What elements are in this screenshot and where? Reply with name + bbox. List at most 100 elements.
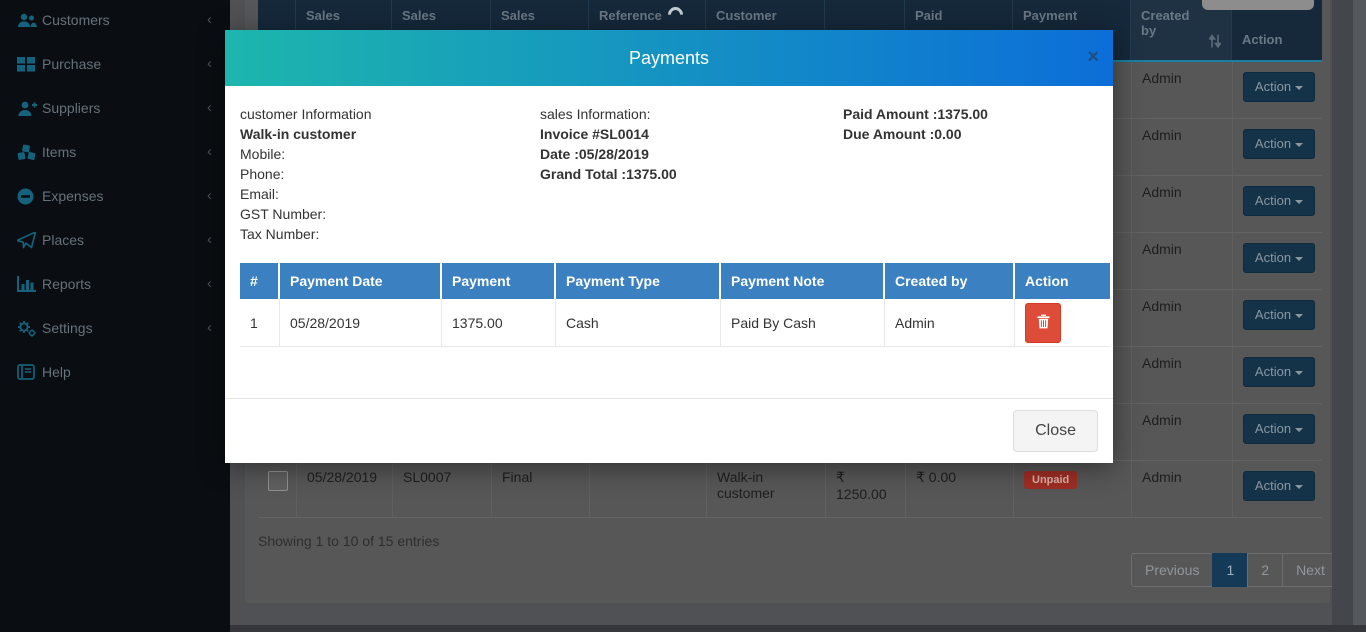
caret-down-icon	[1295, 428, 1303, 432]
action-dropdown-button[interactable]: Action	[1243, 357, 1315, 387]
caret-down-icon	[1295, 86, 1303, 90]
pagination-previous-button[interactable]: Previous	[1131, 553, 1213, 587]
sidebar-item-label: Expenses	[42, 188, 103, 204]
sales-code-cell: SL0007	[392, 461, 491, 517]
sidebar-item-label: Suppliers	[42, 100, 100, 116]
created-by-cell: Admin	[1131, 233, 1232, 289]
created-by-cell: Admin	[1131, 290, 1232, 346]
pagination: Previous 1 2 Next	[1131, 553, 1339, 587]
sidebar-item-suppliers[interactable]: Suppliers ‹	[0, 90, 230, 130]
caret-down-icon	[1295, 314, 1303, 318]
sales-date-cell: 05/28/2019	[296, 461, 392, 517]
sales-invoice: Invoice #SL0014	[540, 124, 677, 144]
customer-info-heading: customer Information	[240, 104, 372, 124]
sidebar-item-label: Purchase	[42, 56, 101, 72]
sidebar: Customers ‹ Purchase ‹ Suppliers ‹ Items…	[0, 0, 230, 632]
chevron-left-icon: ‹	[207, 231, 212, 248]
created-by-cell: Admin	[1131, 62, 1232, 118]
sidebar-item-places[interactable]: Places ‹	[0, 222, 230, 262]
minus-circle-icon	[17, 188, 37, 206]
created-by-cell: Admin	[1131, 347, 1232, 403]
close-icon[interactable]: ×	[1087, 46, 1099, 68]
caret-down-icon	[1295, 200, 1303, 204]
pagination-page-2[interactable]: 2	[1247, 553, 1283, 587]
total-cell: ₹ 1250.00	[825, 461, 905, 517]
customer-tax-label: Tax Number:	[240, 224, 372, 244]
payment-created-by-cell: Admin	[885, 299, 1015, 346]
customer-cell: Walk-in customer	[706, 461, 825, 517]
action-dropdown-button[interactable]: Action	[1243, 414, 1315, 444]
action-dropdown-button[interactable]: Action	[1243, 243, 1315, 273]
sidebar-item-help[interactable]: Help	[0, 354, 230, 394]
bar-chart-icon	[17, 276, 37, 294]
cubes-icon	[17, 144, 37, 162]
customer-gst-label: GST Number:	[240, 204, 372, 224]
created-by-cell: Admin	[1131, 176, 1232, 232]
caret-down-icon	[1295, 143, 1303, 147]
payments-column-note: Payment Note	[721, 263, 885, 299]
header-tooltip-remnant	[1202, 0, 1314, 10]
payments-column-created-by: Created by	[885, 263, 1015, 299]
table-row: 05/28/2019 SL0007 Final Walk-in customer…	[258, 461, 1322, 518]
sort-icon	[1209, 34, 1221, 51]
payment-row: 1 05/28/2019 1375.00 Cash Paid By Cash A…	[240, 299, 1110, 347]
modal-title: Payments	[225, 30, 1113, 86]
row-checkbox[interactable]	[268, 471, 288, 491]
customer-information-block: customer Information Walk-in customer Mo…	[240, 104, 372, 244]
loading-arc-icon	[665, 4, 686, 25]
sidebar-item-label: Help	[42, 364, 71, 380]
action-dropdown-button[interactable]: Action	[1243, 471, 1315, 501]
page-footer-strip	[230, 625, 1366, 632]
due-amount: Due Amount :0.00	[843, 124, 988, 144]
trash-icon	[1037, 314, 1050, 332]
sales-status-cell: Final	[491, 461, 589, 517]
grid-icon	[17, 56, 37, 74]
page-scrollbar[interactable]	[1332, 0, 1353, 632]
page-right-gutter	[1353, 0, 1366, 632]
pagination-page-1[interactable]: 1	[1212, 553, 1248, 587]
close-button[interactable]: Close	[1013, 410, 1098, 452]
payments-column-type: Payment Type	[556, 263, 721, 299]
payment-number-cell: 1	[240, 299, 280, 346]
paper-plane-icon	[17, 232, 37, 250]
delete-payment-button[interactable]	[1025, 303, 1061, 343]
customer-email-label: Email:	[240, 184, 372, 204]
sidebar-item-expenses[interactable]: Expenses ‹	[0, 178, 230, 218]
amounts-block: Paid Amount :1375.00 Due Amount :0.00	[843, 104, 988, 144]
payments-column-number: #	[240, 263, 280, 299]
chevron-left-icon: ‹	[207, 11, 212, 28]
sales-info-heading: sales Information:	[540, 104, 677, 124]
chevron-left-icon: ‹	[207, 55, 212, 72]
action-dropdown-button[interactable]: Action	[1243, 186, 1315, 216]
chevron-left-icon: ‹	[207, 319, 212, 336]
paid-cell: ₹ 0.00	[905, 461, 1013, 517]
sidebar-item-label: Items	[42, 144, 76, 160]
payment-note-cell: Paid By Cash	[721, 299, 885, 346]
gears-icon	[17, 320, 37, 338]
sidebar-item-label: Reports	[42, 276, 91, 292]
payments-table-header: # Payment Date Payment Payment Type Paym…	[240, 263, 1110, 299]
payment-amount-cell: 1375.00	[442, 299, 556, 346]
payments-table: # Payment Date Payment Payment Type Paym…	[240, 263, 1110, 347]
customer-phone-label: Phone:	[240, 164, 372, 184]
sidebar-item-purchase[interactable]: Purchase ‹	[0, 46, 230, 86]
table-info-text: Showing 1 to 10 of 15 entries	[258, 533, 439, 549]
action-dropdown-button[interactable]: Action	[1243, 129, 1315, 159]
sales-date: Date :05/28/2019	[540, 144, 677, 164]
sidebar-item-label: Places	[42, 232, 84, 248]
sidebar-item-label: Settings	[42, 320, 93, 336]
payments-column-action: Action	[1015, 263, 1110, 299]
action-dropdown-button[interactable]: Action	[1243, 300, 1315, 330]
pagination-next-button[interactable]: Next	[1282, 553, 1339, 587]
action-dropdown-button[interactable]: Action	[1243, 72, 1315, 102]
sidebar-item-settings[interactable]: Settings ‹	[0, 310, 230, 350]
user-plus-icon	[17, 100, 37, 118]
created-by-cell: Admin	[1131, 404, 1232, 460]
modal-footer: Close	[225, 398, 1113, 463]
sidebar-item-reports[interactable]: Reports ‹	[0, 266, 230, 306]
payments-column-payment: Payment	[442, 263, 556, 299]
sidebar-item-customers[interactable]: Customers ‹	[0, 2, 230, 42]
sales-information-block: sales Information: Invoice #SL0014 Date …	[540, 104, 677, 184]
caret-down-icon	[1295, 485, 1303, 489]
sidebar-item-items[interactable]: Items ‹	[0, 134, 230, 174]
